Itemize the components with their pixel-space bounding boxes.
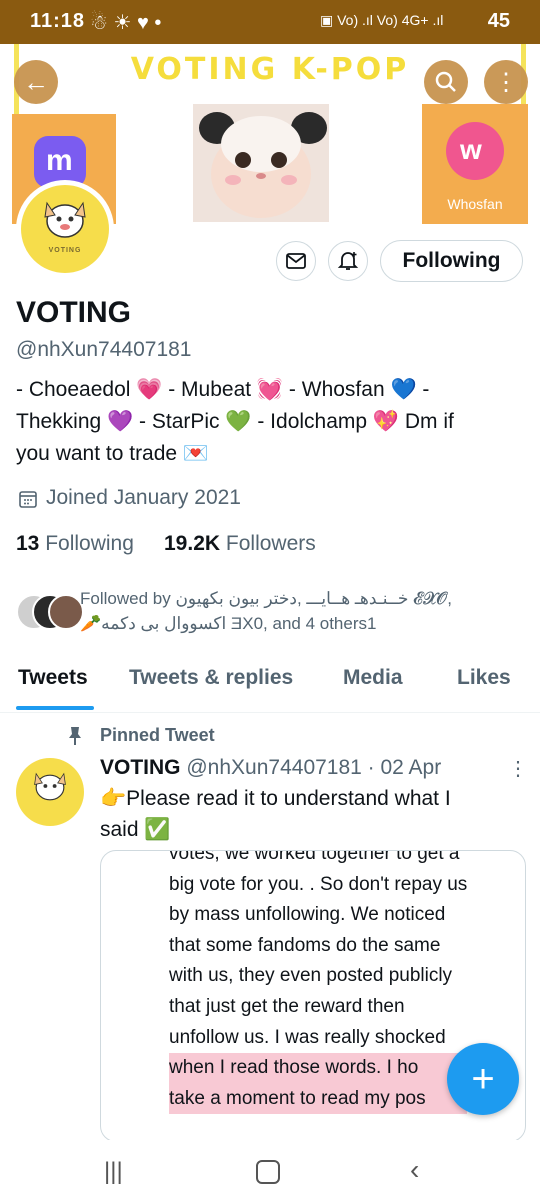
notification-icons: ☃ ☀ ♥ •	[90, 12, 162, 34]
calendar-icon	[18, 489, 38, 514]
search-button[interactable]	[424, 60, 468, 104]
tweet-author-meta: @nhXun74407181 · 02 Apr	[186, 756, 442, 779]
back-button[interactable]: ←	[14, 60, 58, 104]
image-line: that some fandoms do the same	[169, 934, 441, 956]
bio-line-3: you want to trade 💌	[16, 442, 210, 465]
whosfan-logo-icon: w	[446, 122, 504, 180]
bulldog-logo-icon	[44, 201, 86, 238]
tweet-text-line-1: 👉Please read it to understand what I	[100, 787, 451, 810]
tweet-author-name[interactable]: VOTING	[100, 756, 181, 779]
joined-date: Joined January 2021	[46, 486, 241, 509]
image-line: big vote for you. . So don't repay us	[169, 873, 468, 895]
avatar	[48, 594, 84, 630]
plus-icon: +	[471, 1056, 495, 1101]
mail-icon	[286, 253, 306, 269]
back-nav-button[interactable]: ‹	[410, 1154, 419, 1186]
signal-icon: ▣ Vo) .ıl Vo) 4G+ .ıl	[320, 12, 444, 28]
profile-handle: @nhXun74407181	[16, 338, 192, 361]
image-line: votes, we worked together to get a	[169, 850, 460, 864]
image-line: with us, they even posted publicly	[169, 965, 453, 987]
status-bar: 11:18 ☃ ☀ ♥ • ▣ Vo) .ıl Vo) 4G+ .ıl 45	[0, 0, 540, 44]
bio-line-2: Thekking 💜 - StarPic 💚 - Idolchamp 💖 Dm …	[16, 410, 454, 433]
profile-name: VOTING	[16, 296, 132, 329]
follower-avatars[interactable]	[16, 594, 84, 630]
tab-tweets-and-replies[interactable]: Tweets & replies	[129, 666, 293, 690]
recent-apps-button[interactable]: |||	[104, 1158, 123, 1186]
active-tab-indicator	[16, 706, 94, 710]
image-line: when I read those words. I ho	[169, 1053, 468, 1084]
tweet-header: VOTING @nhXun74407181 · 02 Apr	[100, 756, 441, 780]
system-nav-bar: ||| ‹	[0, 1140, 540, 1200]
notifications-button[interactable]	[328, 241, 368, 281]
more-options-button[interactable]: ⋮	[484, 60, 528, 104]
image-line: by mass unfollowing. We noticed	[169, 904, 446, 926]
tab-tweets[interactable]: Tweets	[18, 666, 88, 690]
pin-icon	[66, 726, 84, 751]
whosfan-label: Whosfan	[447, 196, 503, 212]
bell-plus-icon	[337, 252, 359, 270]
avatar-label: VOTING	[48, 247, 82, 254]
tab-divider	[0, 712, 540, 713]
banner-tile-whosfan: w Whosfan	[422, 104, 528, 224]
bulldog-logo-icon	[34, 772, 66, 801]
image-line: take a moment to read my pos	[169, 1083, 468, 1115]
home-button[interactable]	[256, 1160, 280, 1184]
followers-count-link[interactable]: 19.2K Followers	[164, 532, 316, 556]
image-line: that just get the reward then	[169, 995, 405, 1017]
arrow-left-icon: ←	[23, 66, 49, 97]
followed-by-line-2: 🥕اکسووال بی دکمه ƎX0, and 4 others1	[80, 614, 377, 633]
vertical-dots-icon: ⋮	[494, 68, 518, 96]
chevron-left-icon: ‹	[410, 1154, 420, 1185]
tweet-more-button[interactable]: ⋮	[508, 756, 528, 781]
tweet-image-text: votes, we worked together to get a big v…	[169, 850, 468, 1115]
followers-count: 19.2K	[164, 532, 221, 555]
avatar[interactable]: VOTING	[16, 180, 114, 278]
tweet-author-avatar[interactable]	[16, 758, 84, 826]
image-line: unfollow us. I was really shocked	[169, 1026, 446, 1048]
tab-likes[interactable]: Likes	[457, 666, 511, 690]
tweet-text-line-2: said ✅	[100, 818, 171, 841]
followers-label: Followers	[225, 532, 316, 555]
tab-media[interactable]: Media	[343, 666, 403, 690]
vertical-dots-icon: ⋮	[508, 758, 528, 780]
following-label: Following	[45, 532, 134, 555]
banner-cat-image	[193, 104, 329, 222]
battery-level: 45	[487, 10, 510, 32]
following-button[interactable]: Following	[380, 240, 523, 282]
following-count: 13	[16, 532, 40, 555]
message-button[interactable]	[276, 241, 316, 281]
pinned-label: Pinned Tweet	[100, 725, 215, 745]
compose-tweet-button[interactable]: +	[447, 1043, 519, 1115]
search-icon	[435, 71, 456, 92]
followed-by-line-1: Followed by خــنـدهـ هــايـــ ,دختر بیون…	[80, 589, 452, 608]
following-count-link[interactable]: 13 Following	[16, 532, 134, 556]
recents-icon: |||	[104, 1158, 123, 1185]
bio-line-1: - Choeaedol 💗 - Mubeat 💓 - Whosfan 💙 -	[16, 378, 430, 401]
status-time: 11:18	[30, 10, 86, 32]
